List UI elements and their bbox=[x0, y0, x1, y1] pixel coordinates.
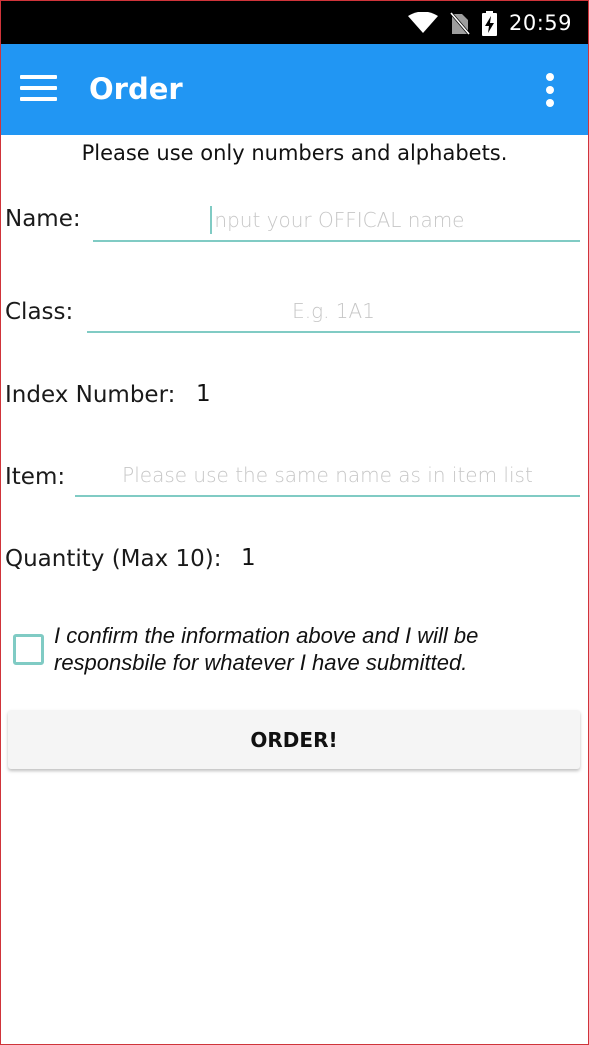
confirm-checkbox[interactable] bbox=[13, 634, 44, 665]
index-number-value: 1 bbox=[196, 381, 211, 407]
status-bar: 20:59 bbox=[1, 1, 588, 44]
class-field-wrapper bbox=[87, 293, 580, 333]
item-label: Item: bbox=[5, 464, 66, 490]
hamburger-menu-icon[interactable] bbox=[20, 75, 57, 105]
app-bar: Order bbox=[1, 44, 588, 135]
order-button[interactable]: ORDER! bbox=[8, 710, 580, 769]
quantity-label: Quantity (Max 10): bbox=[5, 546, 222, 572]
item-input[interactable] bbox=[75, 457, 580, 493]
class-input[interactable] bbox=[87, 293, 580, 329]
more-vert-icon[interactable] bbox=[544, 72, 556, 108]
name-field-wrapper bbox=[93, 202, 580, 242]
page-title: Order bbox=[89, 72, 183, 106]
instruction-note: Please use only numbers and alphabets. bbox=[81, 141, 508, 165]
index-number-label: Index Number: bbox=[5, 382, 176, 408]
battery-charging-icon bbox=[481, 10, 497, 36]
quantity-value[interactable]: 1 bbox=[241, 545, 256, 571]
name-input[interactable] bbox=[93, 202, 580, 238]
confirm-text[interactable]: I confirm the information above and I wi… bbox=[54, 622, 574, 676]
status-icons: 20:59 bbox=[407, 10, 572, 36]
text-cursor bbox=[210, 206, 212, 234]
status-time: 20:59 bbox=[508, 11, 572, 35]
app-screen: 20:59 Order Please use only numbers and … bbox=[0, 0, 589, 1045]
item-field-wrapper bbox=[75, 457, 580, 497]
class-label: Class: bbox=[5, 299, 74, 325]
wifi-icon bbox=[407, 12, 438, 34]
name-label: Name: bbox=[5, 206, 81, 232]
no-sim-icon bbox=[449, 11, 470, 35]
